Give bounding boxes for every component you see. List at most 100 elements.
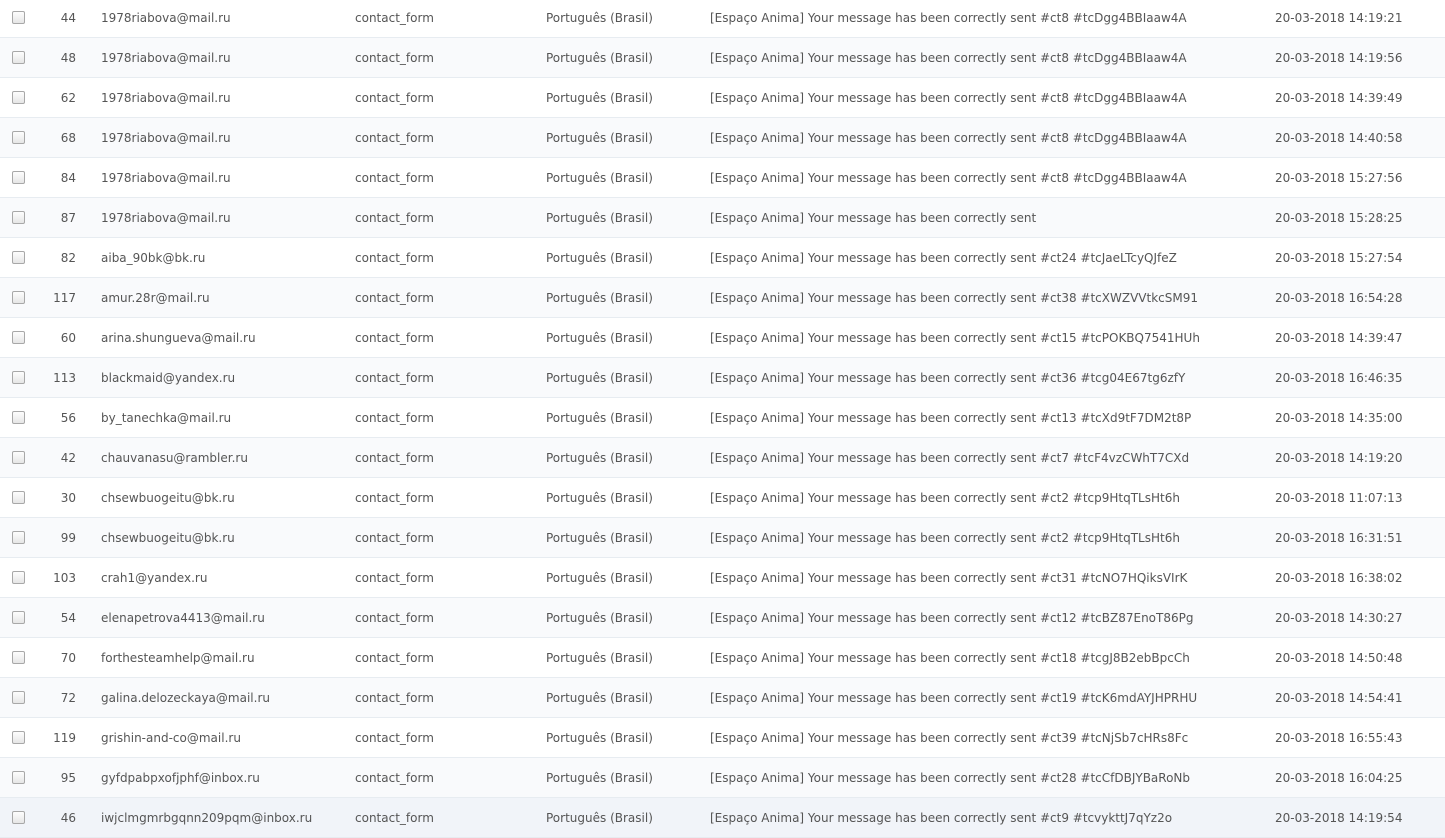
row-select-cell bbox=[12, 38, 26, 77]
table-row[interactable]: 54 elenapetrova4413@mail.ru contact_form Po… bbox=[0, 598, 1445, 638]
table-row[interactable]: 46 iwjclmgmrbgqnn209pqm@inbox.ru contact_f… bbox=[0, 798, 1445, 838]
row-checkbox[interactable] bbox=[12, 11, 25, 24]
row-checkbox[interactable] bbox=[12, 731, 25, 744]
template-name: contact_form bbox=[355, 131, 434, 145]
recipient-email: arina.shungueva@mail.ru bbox=[101, 331, 256, 345]
language: Português (Brasil) bbox=[546, 531, 653, 545]
sent-date: 20-03-2018 16:54:28 bbox=[1275, 291, 1403, 305]
template-name: contact_form bbox=[355, 771, 434, 785]
row-checkbox[interactable] bbox=[12, 811, 25, 824]
message-subject: [Espaço Anima] Your message has been cor… bbox=[710, 731, 1189, 745]
recipient-email: 1978riabova@mail.ru bbox=[101, 211, 231, 225]
sent-date: 20-03-2018 14:19:20 bbox=[1275, 451, 1403, 465]
template-name: contact_form bbox=[355, 11, 434, 25]
table-row[interactable]: 72 galina.delozeckaya@mail.ru contact_form… bbox=[0, 678, 1445, 718]
row-checkbox[interactable] bbox=[12, 371, 25, 384]
table-row[interactable]: 82 aiba_90bk@bk.ru contact_form Português (… bbox=[0, 238, 1445, 278]
message-subject: [Espaço Anima] Your message has been cor… bbox=[710, 691, 1198, 705]
message-id: 48 bbox=[60, 51, 76, 65]
row-select-cell bbox=[12, 238, 26, 277]
language: Português (Brasil) bbox=[546, 411, 653, 425]
sent-date: 20-03-2018 14:30:27 bbox=[1275, 611, 1403, 625]
message-subject: [Espaço Anima] Your message has been cor… bbox=[710, 451, 1190, 465]
sent-date: 20-03-2018 14:19:21 bbox=[1275, 11, 1403, 25]
template-name: contact_form bbox=[355, 571, 434, 585]
message-subject: [Espaço Anima] Your message has been cor… bbox=[710, 531, 1180, 545]
table-row[interactable]: 48 1978riabova@mail.ru contact_form Portugu… bbox=[0, 38, 1445, 78]
row-checkbox[interactable] bbox=[12, 491, 25, 504]
row-checkbox[interactable] bbox=[12, 411, 25, 424]
row-checkbox[interactable] bbox=[12, 91, 25, 104]
row-select-cell bbox=[12, 758, 26, 797]
table-row[interactable]: 103 crah1@yandex.ru contact_form Português … bbox=[0, 558, 1445, 598]
row-checkbox[interactable] bbox=[12, 291, 25, 304]
language: Português (Brasil) bbox=[546, 611, 653, 625]
row-checkbox[interactable] bbox=[12, 331, 25, 344]
table-row[interactable]: 62 1978riabova@mail.ru contact_form Portugu… bbox=[0, 78, 1445, 118]
sent-date: 20-03-2018 14:39:47 bbox=[1275, 331, 1403, 345]
table-row[interactable]: 56 by_tanechka@mail.ru contact_form Portugu… bbox=[0, 398, 1445, 438]
sent-date: 20-03-2018 16:46:35 bbox=[1275, 371, 1403, 385]
row-checkbox[interactable] bbox=[12, 251, 25, 264]
message-subject: [Espaço Anima] Your message has been cor… bbox=[710, 251, 1177, 265]
language: Português (Brasil) bbox=[546, 811, 653, 825]
table-row[interactable]: 87 1978riabova@mail.ru contact_form Portugu… bbox=[0, 198, 1445, 238]
row-select-cell bbox=[12, 478, 26, 517]
table-row[interactable]: 84 1978riabova@mail.ru contact_form Portugu… bbox=[0, 158, 1445, 198]
row-checkbox[interactable] bbox=[12, 651, 25, 664]
language: Português (Brasil) bbox=[546, 571, 653, 585]
row-checkbox[interactable] bbox=[12, 451, 25, 464]
message-id: 113 bbox=[53, 371, 76, 385]
row-select-cell bbox=[12, 398, 26, 437]
row-select-cell bbox=[12, 278, 26, 317]
table-row[interactable]: 44 1978riabova@mail.ru contact_form Portugu… bbox=[0, 0, 1445, 38]
row-checkbox[interactable] bbox=[12, 771, 25, 784]
table-row[interactable]: 117 amur.28r@mail.ru contact_form Português… bbox=[0, 278, 1445, 318]
message-id: 44 bbox=[60, 11, 76, 25]
message-id: 30 bbox=[60, 491, 76, 505]
row-checkbox[interactable] bbox=[12, 611, 25, 624]
table-row[interactable]: 113 blackmaid@yandex.ru contact_form Portug… bbox=[0, 358, 1445, 398]
row-checkbox[interactable] bbox=[12, 131, 25, 144]
row-checkbox[interactable] bbox=[12, 171, 25, 184]
recipient-email: amur.28r@mail.ru bbox=[101, 291, 210, 305]
template-name: contact_form bbox=[355, 91, 434, 105]
sent-date: 20-03-2018 16:31:51 bbox=[1275, 531, 1403, 545]
row-checkbox[interactable] bbox=[12, 691, 25, 704]
message-id: 103 bbox=[53, 571, 76, 585]
message-id: 70 bbox=[60, 651, 76, 665]
row-select-cell bbox=[12, 798, 26, 837]
message-id: 54 bbox=[60, 611, 76, 625]
row-checkbox[interactable] bbox=[12, 571, 25, 584]
template-name: contact_form bbox=[355, 611, 434, 625]
table-row[interactable]: 70 forthesteamhelp@mail.ru contact_form Por… bbox=[0, 638, 1445, 678]
recipient-email: by_tanechka@mail.ru bbox=[101, 411, 232, 425]
message-id: 46 bbox=[60, 811, 76, 825]
row-select-cell bbox=[12, 358, 26, 397]
recipient-email: galina.delozeckaya@mail.ru bbox=[101, 691, 270, 705]
row-checkbox[interactable] bbox=[12, 211, 25, 224]
sent-date: 20-03-2018 16:04:25 bbox=[1275, 771, 1403, 785]
table-row[interactable]: 30 chsewbuogeitu@bk.ru contact_form Portugu… bbox=[0, 478, 1445, 518]
recipient-email: crah1@yandex.ru bbox=[101, 571, 208, 585]
table-row[interactable]: 68 1978riabova@mail.ru contact_form Portugu… bbox=[0, 118, 1445, 158]
message-subject: [Espaço Anima] Your message has been cor… bbox=[710, 51, 1187, 65]
language: Português (Brasil) bbox=[546, 51, 653, 65]
language: Português (Brasil) bbox=[546, 91, 653, 105]
row-checkbox[interactable] bbox=[12, 51, 25, 64]
row-select-cell bbox=[12, 558, 26, 597]
row-checkbox[interactable] bbox=[12, 531, 25, 544]
recipient-email: aiba_90bk@bk.ru bbox=[101, 251, 206, 265]
template-name: contact_form bbox=[355, 171, 434, 185]
recipient-email: 1978riabova@mail.ru bbox=[101, 131, 231, 145]
language: Português (Brasil) bbox=[546, 451, 653, 465]
table-row[interactable]: 95 gyfdpabpxofjphf@inbox.ru contact_form Po… bbox=[0, 758, 1445, 798]
row-select-cell bbox=[12, 598, 26, 637]
table-row[interactable]: 119 grishin-and-co@mail.ru contact_form Por… bbox=[0, 718, 1445, 758]
message-id: 56 bbox=[60, 411, 76, 425]
table-row[interactable]: 42 chauvanasu@rambler.ru contact_form Portu… bbox=[0, 438, 1445, 478]
table-row[interactable]: 60 arina.shungueva@mail.ru contact_form Por… bbox=[0, 318, 1445, 358]
table-row[interactable]: 99 chsewbuogeitu@bk.ru contact_form Portugu… bbox=[0, 518, 1445, 558]
message-id: 68 bbox=[60, 131, 76, 145]
email-log-table: 44 1978riabova@mail.ru contact_form Portugu… bbox=[0, 0, 1445, 838]
